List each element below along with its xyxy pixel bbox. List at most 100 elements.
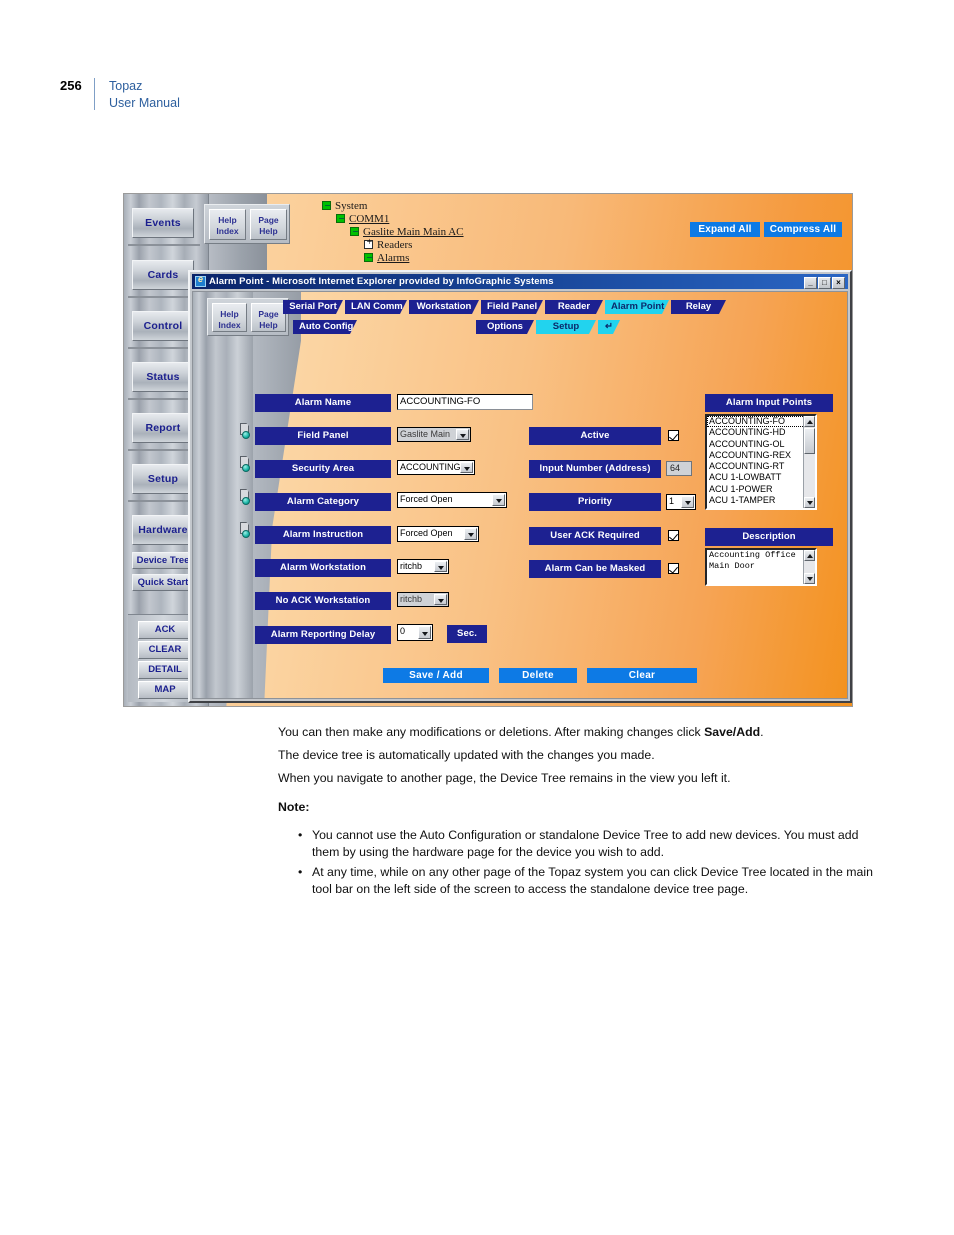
- sidebar-item-hardware[interactable]: Hardware: [132, 515, 194, 545]
- page-help-button[interactable]: Page Help: [250, 209, 287, 240]
- maximize-icon[interactable]: □: [818, 277, 831, 289]
- detail-button[interactable]: DETAIL: [138, 661, 192, 679]
- alarm-workstation-select[interactable]: ritchb: [397, 559, 449, 574]
- tree-node-label[interactable]: COMM1: [349, 213, 389, 225]
- tree-node-readers[interactable]: Readers: [364, 237, 413, 251]
- list-item[interactable]: ACCOUNTING-REX: [707, 450, 815, 461]
- list-item[interactable]: ACU 1-LOWBATT: [707, 472, 815, 483]
- list-item: You cannot use the Auto Configuration or…: [308, 827, 880, 861]
- window-title-bar: Alarm Point - Microsoft Internet Explore…: [192, 274, 848, 289]
- tree-toggle-icon[interactable]: [336, 214, 345, 223]
- tree-toggle-icon[interactable]: [364, 237, 374, 249]
- tree-toggle-icon[interactable]: [322, 201, 331, 210]
- list-scrollbar[interactable]: [803, 416, 815, 508]
- save-add-emphasis: Save/Add: [704, 725, 761, 739]
- tab-options[interactable]: Options: [476, 320, 534, 334]
- map-button[interactable]: MAP: [138, 681, 192, 699]
- list-item[interactable]: ACCOUNTING-FO: [707, 416, 815, 428]
- tab-reader[interactable]: Reader: [545, 300, 603, 314]
- list-item[interactable]: ACU 1-POWER: [707, 484, 815, 495]
- inner-help-index-button[interactable]: Help Index: [212, 303, 247, 332]
- clear-form-button[interactable]: Clear: [587, 668, 697, 683]
- save-add-button[interactable]: Save / Add: [383, 668, 489, 683]
- tab-workstation[interactable]: Workstation: [409, 300, 479, 314]
- tree-node-label[interactable]: Gaslite Main Main AC: [363, 226, 464, 238]
- tab-auto-config[interactable]: Auto Config: [293, 320, 357, 334]
- compress-all-button[interactable]: Compress All: [764, 222, 842, 237]
- no-ack-workstation-select[interactable]: ritchb: [397, 592, 449, 607]
- tree-toggle-icon[interactable]: [364, 253, 373, 262]
- scroll-up-icon[interactable]: [804, 416, 815, 427]
- page-number: 256: [60, 78, 82, 93]
- alarm-category-select[interactable]: Forced Open: [397, 492, 507, 508]
- tab-field-panel[interactable]: Field Panel: [481, 300, 543, 314]
- device-tree: System COMM1 Gaslite Main Main AC Reader…: [322, 200, 582, 264]
- tab-setup[interactable]: Setup: [536, 320, 596, 334]
- description-scrollbar[interactable]: [803, 550, 815, 584]
- list-item[interactable]: ACU 1-TAMPER: [707, 495, 815, 506]
- inner-page-help-button[interactable]: Page Help: [251, 303, 286, 332]
- alarm-instruction-link-icon[interactable]: [239, 522, 252, 539]
- scroll-thumb[interactable]: [804, 428, 815, 454]
- alarm-can-be-masked-checkbox[interactable]: [668, 563, 679, 574]
- tab-lan-comm[interactable]: LAN Comm: [345, 300, 407, 314]
- field-label-field-panel: Field Panel: [255, 427, 391, 445]
- user-ack-required-checkbox[interactable]: [668, 530, 679, 541]
- field-panel-select[interactable]: Gaslite Main: [397, 427, 471, 442]
- sidebar-item-setup[interactable]: Setup: [132, 464, 194, 494]
- note-bullets: You cannot use the Auto Configuration or…: [294, 827, 880, 898]
- alarm-reporting-delay-select[interactable]: 0: [397, 624, 433, 641]
- tree-node-comm1[interactable]: COMM1: [336, 213, 389, 225]
- priority-select[interactable]: 1: [666, 494, 696, 510]
- alarm-instruction-select[interactable]: Forced Open: [397, 526, 479, 542]
- chevron-down-icon: [438, 565, 444, 570]
- tab-relay[interactable]: Relay: [671, 300, 726, 314]
- sidebar-item-control[interactable]: Control: [132, 311, 194, 341]
- scroll-down-icon[interactable]: [804, 573, 815, 584]
- security-area-link-icon[interactable]: [239, 456, 252, 473]
- clear-button[interactable]: CLEAR: [138, 641, 192, 659]
- tree-node-alarms[interactable]: Alarms: [364, 252, 409, 264]
- ack-button[interactable]: ACK: [138, 621, 192, 639]
- active-checkbox[interactable]: [668, 430, 679, 441]
- alarm-name-input[interactable]: ACCOUNTING-FO: [397, 394, 533, 410]
- paragraph-1: You can then make any modifications or d…: [278, 724, 878, 741]
- chevron-down-icon: [685, 501, 691, 505]
- tree-toggle-icon[interactable]: [350, 227, 359, 236]
- description-textarea[interactable]: Accounting Office Main Door: [705, 548, 817, 586]
- field-panel-link-icon[interactable]: [239, 423, 252, 440]
- close-icon[interactable]: ×: [832, 277, 845, 289]
- tab-serial-port[interactable]: Serial Port: [283, 300, 343, 314]
- sidebar-item-events[interactable]: Events: [132, 208, 194, 238]
- priority-value: 1: [669, 496, 675, 506]
- alarm-input-points-header: Alarm Input Points: [705, 394, 833, 412]
- alarm-input-points-list[interactable]: ACCOUNTING-FO ACCOUNTING-HD ACCOUNTING-O…: [705, 414, 817, 510]
- window-content: Help Index Page Help Serial Port LAN Com…: [192, 291, 848, 699]
- tree-node-label: Readers: [377, 239, 413, 251]
- sidebar-item-status[interactable]: Status: [132, 362, 194, 392]
- security-area-select[interactable]: ACCOUNTING: [397, 460, 475, 475]
- tree-node-system[interactable]: System: [322, 200, 367, 212]
- minimize-icon[interactable]: _: [804, 277, 817, 289]
- delete-button[interactable]: Delete: [499, 668, 577, 683]
- inner-page-help-line1: Page: [258, 309, 279, 319]
- scroll-up-icon[interactable]: [804, 550, 815, 561]
- sidebar-item-cards[interactable]: Cards: [132, 260, 194, 290]
- list-item[interactable]: ACCOUNTING-RT: [707, 461, 815, 472]
- tab-alarm-point[interactable]: Alarm Point: [605, 300, 669, 314]
- seconds-label: Sec.: [447, 625, 487, 643]
- scroll-down-icon[interactable]: [804, 497, 815, 508]
- alarm-category-link-icon[interactable]: [239, 489, 252, 506]
- tree-node-label[interactable]: Alarms: [377, 252, 409, 264]
- list-item[interactable]: ACCOUNTING-HD: [707, 427, 815, 438]
- list-item: At any time, while on any other page of …: [308, 864, 880, 898]
- manual-title-line1: Topaz: [109, 79, 143, 93]
- no-ack-workstation-value: ritchb: [400, 594, 423, 604]
- list-item[interactable]: ACCOUNTING-OL: [707, 439, 815, 450]
- sidebar-item-quick-start[interactable]: Quick Start: [132, 574, 194, 591]
- field-panel-value: Gaslite Main: [400, 429, 451, 439]
- expand-all-button[interactable]: Expand All: [690, 222, 760, 237]
- sidebar-item-device-tree[interactable]: Device Tree: [132, 552, 194, 569]
- sidebar-item-report[interactable]: Report: [132, 413, 194, 443]
- help-index-button[interactable]: Help Index: [209, 209, 246, 240]
